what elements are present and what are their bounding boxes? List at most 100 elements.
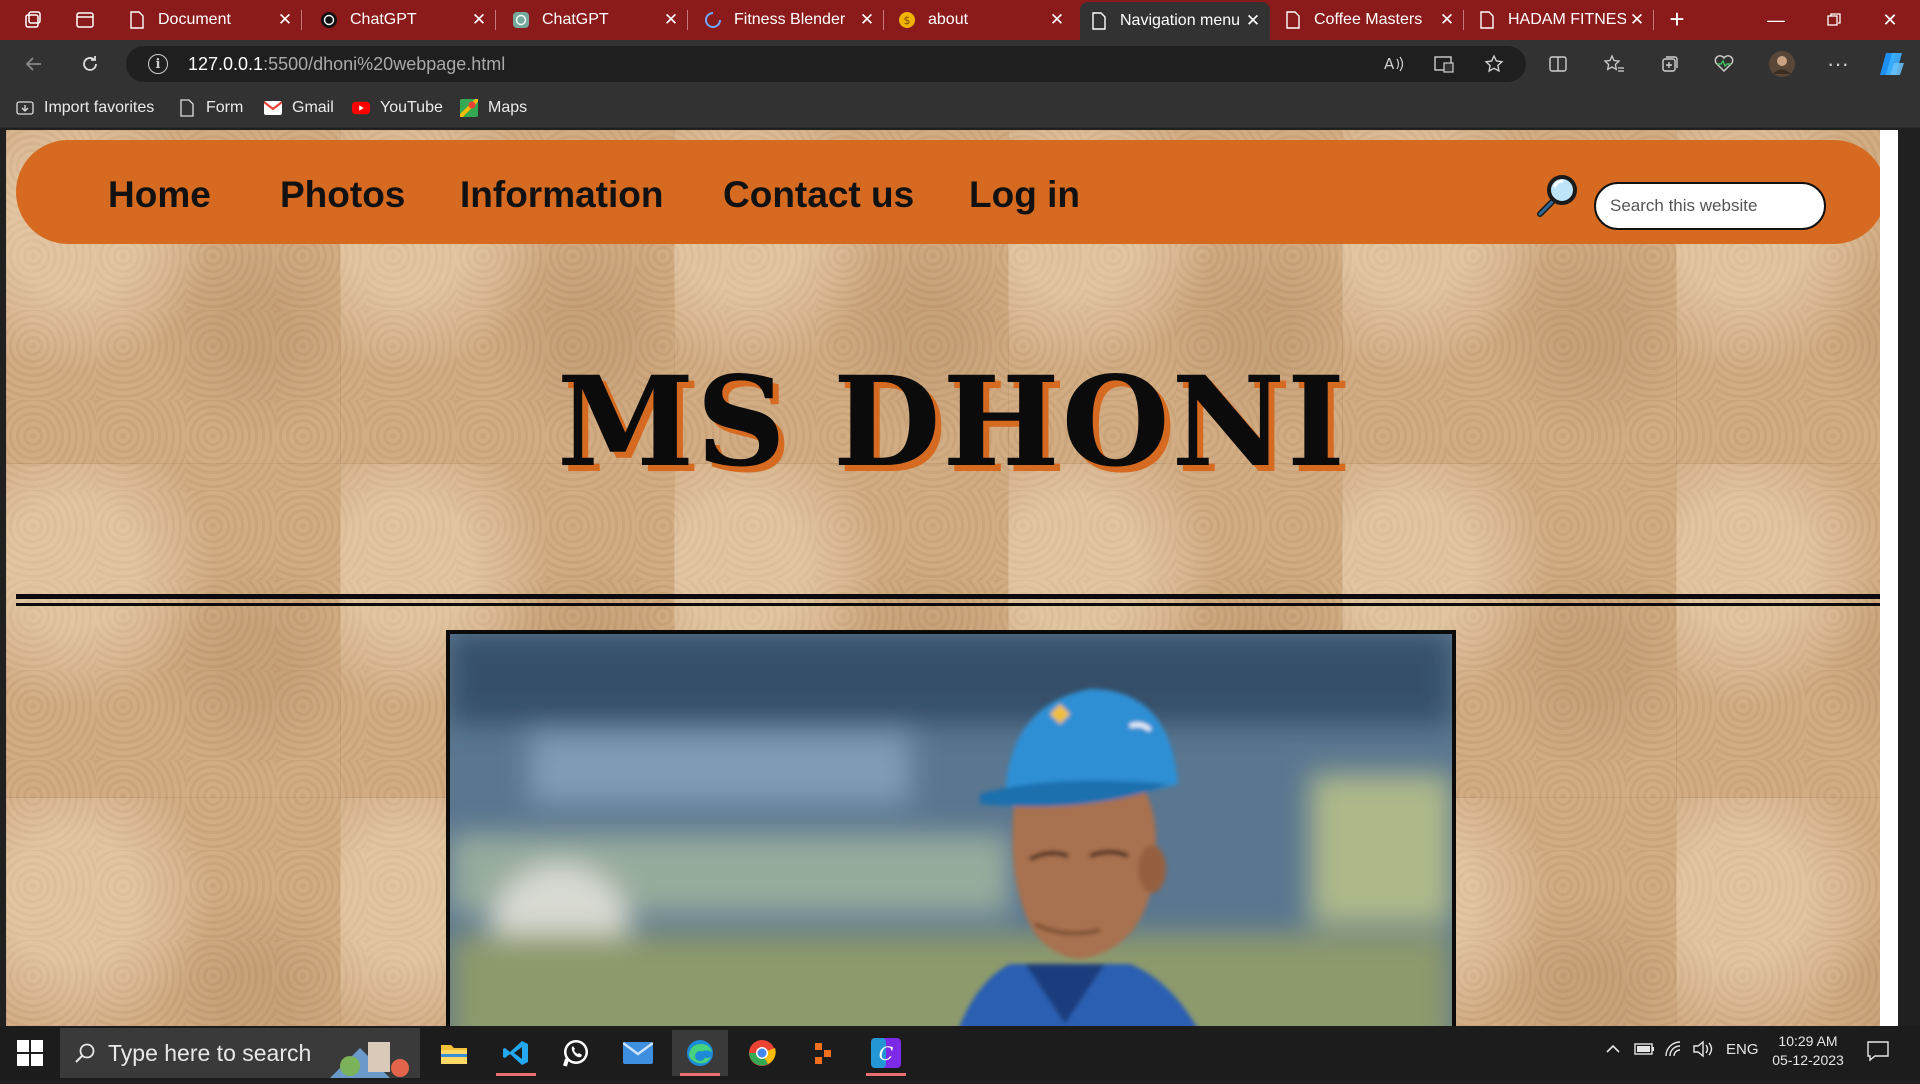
close-icon[interactable]: ✕ (1436, 10, 1458, 30)
clock-date: 05-12-2023 (1772, 1052, 1844, 1068)
clock[interactable]: 10:29 AM 05-12-2023 (1768, 1032, 1848, 1070)
coin-icon: $ (898, 11, 916, 29)
divider-line (16, 603, 1886, 606)
close-icon[interactable]: ✕ (1242, 11, 1264, 31)
browser-tab-bar: Document ✕ ChatGPT ✕ ChatGPT ✕ Fitness B… (0, 0, 1920, 40)
split-screen-icon[interactable] (1540, 48, 1576, 80)
tab-document[interactable]: Document ✕ (118, 0, 302, 40)
tab-title: Fitness Blender (734, 11, 846, 28)
tab-coffee-masters[interactable]: Coffee Masters ✕ (1274, 0, 1464, 40)
page-icon (128, 11, 146, 29)
tab-actions-icon[interactable] (70, 6, 100, 34)
edge-browser-icon[interactable] (672, 1030, 728, 1076)
tab-hadam-fitness[interactable]: HADAM FITNESS ✕ (1468, 0, 1654, 40)
file-explorer-icon[interactable] (426, 1030, 482, 1076)
fav-youtube[interactable]: YouTube (352, 96, 443, 120)
workspaces-icon[interactable] (18, 6, 48, 34)
tab-title: Coffee Masters (1314, 11, 1423, 28)
immersive-reader-icon[interactable] (1426, 48, 1462, 80)
more-options-icon[interactable]: ··· (1820, 48, 1856, 80)
favorites-icon[interactable] (1596, 48, 1632, 80)
site-search-input[interactable] (1594, 182, 1826, 230)
svg-text:$: $ (904, 14, 911, 27)
collections-icon[interactable] (1652, 48, 1688, 80)
nav-link-log-in[interactable]: Log in (969, 174, 1080, 216)
tab-navigation-menu[interactable]: Navigation menu ✕ (1080, 2, 1270, 40)
fav-import-favorites[interactable]: Import favorites (16, 96, 154, 120)
search-icon (74, 1042, 96, 1064)
minimize-button[interactable]: — (1748, 0, 1804, 40)
battery-icon[interactable] (1634, 1040, 1656, 1063)
new-tab-button[interactable]: + (1662, 4, 1692, 34)
nav-link-photos[interactable]: Photos (280, 174, 405, 216)
read-aloud-icon[interactable]: A (1376, 48, 1412, 80)
close-icon[interactable]: ✕ (274, 10, 296, 30)
tab-fitness-blender[interactable]: Fitness Blender ✕ (694, 0, 884, 40)
tab-title: ChatGPT (542, 11, 609, 28)
page-icon (1090, 12, 1108, 30)
page-icon (178, 99, 196, 117)
show-hidden-icons[interactable] (1604, 1040, 1622, 1063)
canva-icon[interactable]: C (858, 1030, 914, 1076)
fav-maps[interactable]: Maps (460, 96, 527, 120)
close-icon[interactable]: ✕ (660, 10, 682, 30)
close-icon[interactable]: ✕ (856, 10, 878, 30)
notifications-icon[interactable] (1866, 1040, 1890, 1067)
close-icon[interactable]: ✕ (1626, 10, 1648, 30)
taskbar-search-placeholder: Type here to search (108, 1039, 312, 1066)
browser-essentials-icon[interactable] (1706, 48, 1742, 80)
fav-label: YouTube (380, 99, 443, 116)
refresh-icon[interactable] (72, 48, 108, 80)
tab-chatgpt-2[interactable]: ChatGPT ✕ (502, 0, 688, 40)
page-scrollbar[interactable] (1880, 130, 1898, 1026)
tab-about[interactable]: $ about ✕ (888, 0, 1074, 40)
chrome-icon[interactable] (734, 1030, 790, 1076)
fav-gmail[interactable]: Gmail (264, 96, 334, 120)
close-icon[interactable]: ✕ (1046, 10, 1068, 30)
magnifier-search-icon[interactable] (1532, 172, 1580, 225)
profile-avatar[interactable] (1764, 48, 1800, 80)
fav-form[interactable]: Form (178, 96, 243, 120)
taskbar-search-box[interactable]: Type here to search (60, 1028, 420, 1078)
maps-icon (460, 99, 478, 117)
wifi-icon[interactable] (1664, 1040, 1684, 1063)
fav-label: Gmail (292, 99, 334, 116)
tab-title: HADAM FITNESS (1508, 11, 1626, 28)
vscode-icon[interactable] (488, 1030, 544, 1076)
volume-icon[interactable] (1692, 1040, 1716, 1063)
nav-link-contact-us[interactable]: Contact us (723, 174, 914, 216)
page-title: MS DHONI (556, 350, 1348, 495)
loading-icon (704, 11, 722, 29)
tab-chatgpt[interactable]: ChatGPT ✕ (310, 0, 496, 40)
back-arrow-icon[interactable] (16, 48, 52, 80)
tab-title: about (928, 11, 969, 28)
favorite-star-icon[interactable] (1476, 48, 1512, 80)
windows-taskbar: Type here to search C ENG 10:29 AM 05-12… (0, 1026, 1920, 1080)
nav-link-information[interactable]: Information (460, 174, 663, 216)
address-bar[interactable]: i 127.0.0.1:5500/dhoni%20webpage.html (126, 46, 1526, 82)
copilot-icon[interactable] (1874, 48, 1910, 80)
close-window-button[interactable]: ✕ (1862, 0, 1918, 40)
site-info-icon[interactable]: i (148, 54, 168, 74)
tab-title: Navigation menu (1120, 12, 1241, 29)
language-indicator[interactable]: ENG (1726, 1041, 1759, 1058)
chatgpt-icon (320, 11, 338, 29)
divider-line (16, 594, 1886, 599)
page-icon (1284, 11, 1302, 29)
mail-icon[interactable] (610, 1030, 666, 1076)
whatsapp-icon[interactable] (548, 1030, 604, 1076)
gmail-icon (264, 99, 282, 117)
chatgpt-green-icon (512, 11, 530, 29)
windows-start-icon[interactable] (12, 1038, 48, 1068)
nav-link-home[interactable]: Home (108, 174, 211, 216)
fav-label: Maps (488, 99, 528, 116)
web-page: Home Photos Information Contact us Log i… (6, 130, 1898, 1026)
youtube-icon (352, 99, 370, 117)
app-orange-icon[interactable] (796, 1030, 852, 1076)
fav-label: Import favorites (44, 99, 155, 116)
restore-button[interactable] (1806, 0, 1862, 40)
browser-toolbar: i 127.0.0.1:5500/dhoni%20webpage.html A … (0, 40, 1920, 88)
tab-title: Document (158, 11, 231, 28)
close-icon[interactable]: ✕ (468, 10, 490, 30)
search-highlight-image (320, 1028, 420, 1078)
